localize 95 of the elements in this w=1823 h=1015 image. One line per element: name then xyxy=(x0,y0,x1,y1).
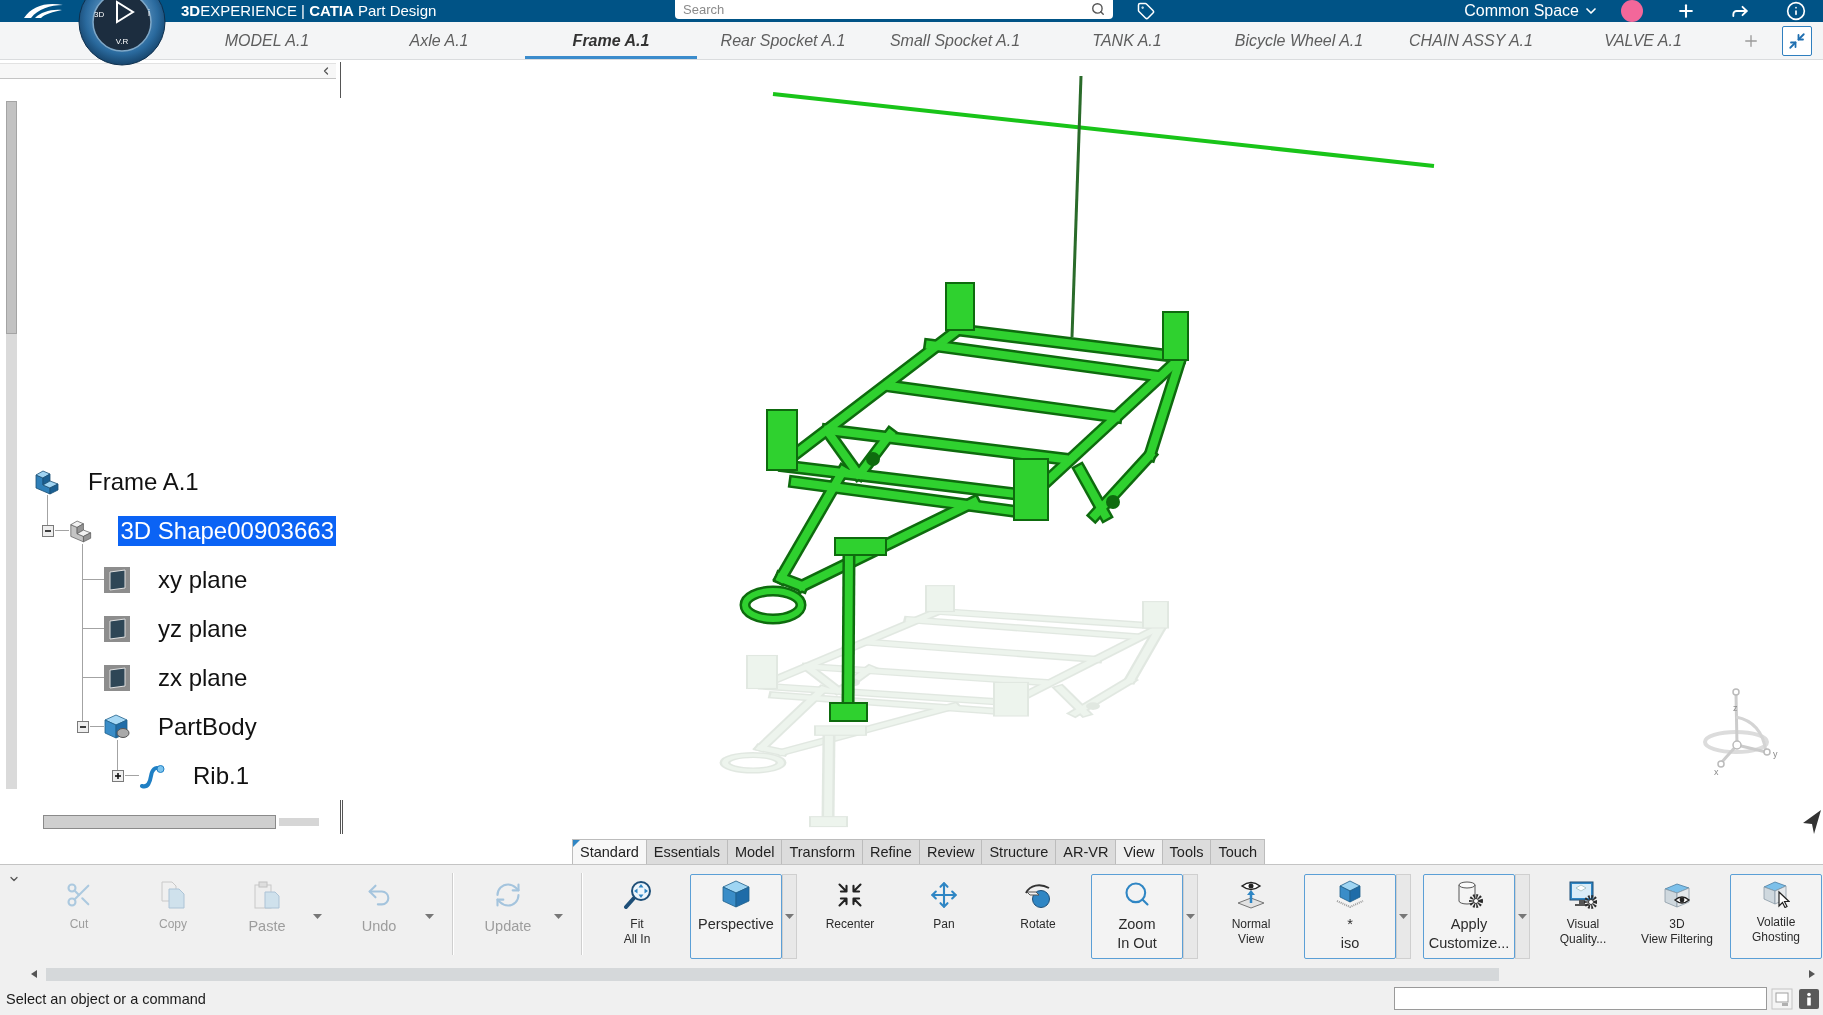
info-icon[interactable] xyxy=(1786,1,1806,21)
l-block-icon xyxy=(34,468,60,495)
scrollbar-track xyxy=(279,818,319,826)
document-tab[interactable]: Frame A.1 xyxy=(525,22,697,59)
tree-item[interactable]: yz plane xyxy=(156,613,250,644)
axis-label: y xyxy=(1773,749,1778,759)
caret-icon xyxy=(785,914,794,919)
tree-item[interactable]: zx plane xyxy=(156,662,250,693)
refresh-icon xyxy=(494,881,522,909)
caret-icon xyxy=(1518,914,1527,919)
corner-marker-icon xyxy=(573,840,580,847)
toolbar-button[interactable]: Rotate xyxy=(1017,874,1059,935)
scrollbar-thumb[interactable] xyxy=(6,101,17,334)
toolbar-tab[interactable]: Transform xyxy=(781,839,863,864)
toolbar-button[interactable]: Perspective xyxy=(690,874,782,959)
scroll-right-icon[interactable] xyxy=(1809,970,1815,978)
minimize-button[interactable] xyxy=(1782,26,1812,56)
caret-icon xyxy=(1399,914,1408,919)
magnifier-arrows-icon xyxy=(623,881,651,909)
search-icon xyxy=(1123,880,1151,908)
document-tab[interactable]: Bicycle Wheel A.1 xyxy=(1213,22,1385,59)
axis-label: z xyxy=(1733,703,1738,713)
plane-icon xyxy=(104,664,130,691)
toolbar-button[interactable]: Fit All In xyxy=(620,874,654,950)
toolbar-tab[interactable]: Tools xyxy=(1161,839,1212,864)
toolbar-button[interactable]: Apply Customize... xyxy=(1423,874,1515,959)
plane-icon xyxy=(104,615,130,642)
toolbar-button[interactable]: 3D View Filtering xyxy=(1638,874,1716,950)
info-icon[interactable] xyxy=(1798,987,1820,1010)
avatar-icon[interactable] xyxy=(1621,0,1643,22)
tree-item[interactable]: 3D Shape00903663 xyxy=(118,515,336,546)
plus-icon[interactable] xyxy=(1676,1,1696,21)
caret-icon xyxy=(424,913,434,919)
toolbar-button[interactable]: Zoom In Out xyxy=(1091,874,1183,959)
toolbar-tab[interactable]: Standard xyxy=(572,839,647,864)
toolbar-button[interactable]: Volatile Ghosting xyxy=(1730,874,1822,959)
toolbar-tab[interactable]: View xyxy=(1115,839,1163,864)
minimize-icon xyxy=(1788,32,1806,50)
document-tab[interactable]: MODEL A.1 xyxy=(181,22,353,59)
tag-icon[interactable] xyxy=(1137,2,1155,20)
document-tab[interactable]: Small Spocket A.1 xyxy=(869,22,1041,59)
plane-icon xyxy=(104,566,130,593)
pages-icon xyxy=(159,881,187,909)
expand-toggle[interactable] xyxy=(112,769,124,782)
axis-label: x xyxy=(1714,767,1719,777)
cube-icon xyxy=(722,880,750,908)
document-tab[interactable]: VALVE A.1 xyxy=(1557,22,1729,59)
tree-item[interactable]: xy plane xyxy=(156,564,250,595)
arrows-inward-icon xyxy=(836,881,864,909)
command-input[interactable] xyxy=(1394,987,1767,1010)
document-tab[interactable]: TANK A.1 xyxy=(1041,22,1213,59)
collapse-toggle[interactable] xyxy=(77,720,89,733)
toolbar-tab[interactable]: Refine xyxy=(862,839,920,864)
eye-plane-icon xyxy=(1237,881,1265,909)
toolbar-button[interactable]: * iso xyxy=(1304,874,1396,959)
space-dropdown[interactable]: Common Space xyxy=(1464,2,1599,20)
toolbar-button[interactable]: Normal View xyxy=(1228,874,1274,950)
toolbar-tab[interactable]: AR-VR xyxy=(1055,839,1117,864)
splitter-handle[interactable] xyxy=(340,62,342,98)
caret-icon xyxy=(1186,914,1195,919)
document-tab[interactable]: Rear Spocket A.1 xyxy=(697,22,869,59)
cube-grid-icon xyxy=(1336,880,1364,908)
document-tab[interactable]: Axle A.1 xyxy=(353,22,525,59)
scrollbar-thumb[interactable] xyxy=(43,815,276,829)
toolbar-tab[interactable]: Structure xyxy=(981,839,1057,864)
scroll-left-icon[interactable] xyxy=(31,970,37,978)
document-tab[interactable]: CHAIN ASSY A.1 xyxy=(1385,22,1557,59)
search-icon[interactable] xyxy=(1091,2,1105,16)
move-arrows-icon xyxy=(930,881,958,909)
app-title: 3DEXPERIENCE | CATIA Part Design xyxy=(181,2,437,20)
box-pointer-icon xyxy=(1762,880,1790,908)
scrollbar-thumb[interactable] xyxy=(46,967,1499,981)
toolbar-tab[interactable]: Essentials xyxy=(645,839,728,864)
monitor-gear-icon xyxy=(1569,881,1597,909)
toolbar-tab[interactable]: Review xyxy=(918,839,983,864)
arrow-icon[interactable] xyxy=(1803,810,1821,834)
splitter-handle[interactable] xyxy=(340,800,343,834)
status-message: Select an object or a command xyxy=(6,990,206,1007)
caret-icon xyxy=(312,913,322,919)
tree-item[interactable]: Rib.1 xyxy=(191,760,252,791)
collapse-toggle[interactable] xyxy=(42,524,54,537)
tree-item[interactable]: Frame A.1 xyxy=(86,466,201,497)
toolbar-tab[interactable]: Touch xyxy=(1210,839,1266,864)
sphere-arc-icon xyxy=(1024,881,1052,909)
cylinder-gear-icon xyxy=(1455,880,1483,908)
toolbar-button[interactable]: Visual Quality... xyxy=(1556,874,1610,950)
box-eye-icon xyxy=(1663,881,1691,909)
toolbar-button[interactable]: Recenter xyxy=(822,874,878,935)
caret-icon xyxy=(553,913,563,919)
search-field[interactable]: Search xyxy=(675,0,1113,19)
tree-item[interactable]: PartBody xyxy=(156,711,259,742)
toolbar-tab[interactable]: Model xyxy=(726,839,783,864)
curve-icon xyxy=(139,762,165,789)
toolbar-button[interactable]: Pan xyxy=(927,874,961,935)
clipboard-icon xyxy=(253,881,281,909)
